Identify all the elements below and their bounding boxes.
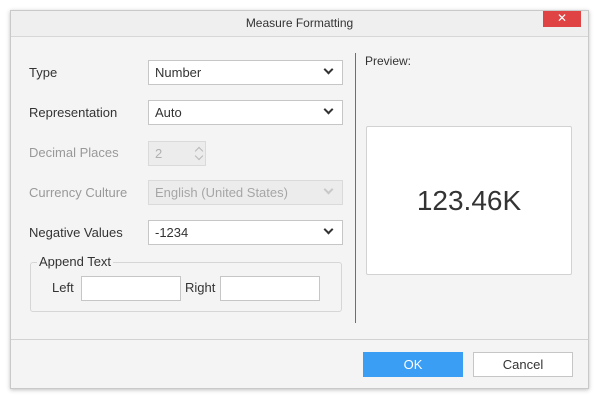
measure-formatting-dialog: Measure Formatting ✕ Type Number Represe… [10,10,589,389]
chevron-down-icon [323,184,334,195]
type-label: Type [29,65,58,80]
preview-label: Preview: [365,54,412,68]
chevron-down-icon [323,104,334,115]
append-right-input[interactable] [220,276,320,301]
cancel-button[interactable]: Cancel [473,352,573,377]
representation-select-value: Auto [155,105,182,120]
preview-box: 123.46K [366,126,572,275]
chevron-down-icon [323,224,334,235]
negative-values-select[interactable]: -1234 [148,220,343,245]
close-icon: ✕ [556,11,568,25]
currency-culture-select[interactable]: English (United States) [148,180,343,205]
type-select-value: Number [155,65,202,80]
dialog-title: Measure Formatting [245,16,354,30]
decimal-places-value: 2 [155,146,163,161]
decimal-places-stepper[interactable]: 2 [148,141,206,166]
chevron-down-icon [323,64,334,75]
preview-value: 123.46K [416,185,522,216]
currency-culture-label: Currency Culture [29,185,128,200]
ok-button[interactable]: OK [363,352,463,377]
representation-label: Representation [29,105,118,120]
title-bar: Measure Formatting ✕ [11,11,588,37]
append-left-input[interactable] [81,276,181,301]
negative-values-select-value: -1234 [155,225,189,240]
stepper-down-icon[interactable] [194,151,204,161]
append-text-legend: Append Text [37,254,114,269]
representation-select[interactable]: Auto [148,100,343,125]
right-label: Right [185,280,216,295]
currency-culture-select-value: English (United States) [155,185,288,200]
decimal-places-label: Decimal Places [29,145,119,160]
close-button[interactable]: ✕ [543,11,581,27]
negative-values-label: Negative Values [29,225,123,240]
type-select[interactable]: Number [148,60,343,85]
left-label: Left [52,280,74,295]
vertical-divider [355,53,356,323]
